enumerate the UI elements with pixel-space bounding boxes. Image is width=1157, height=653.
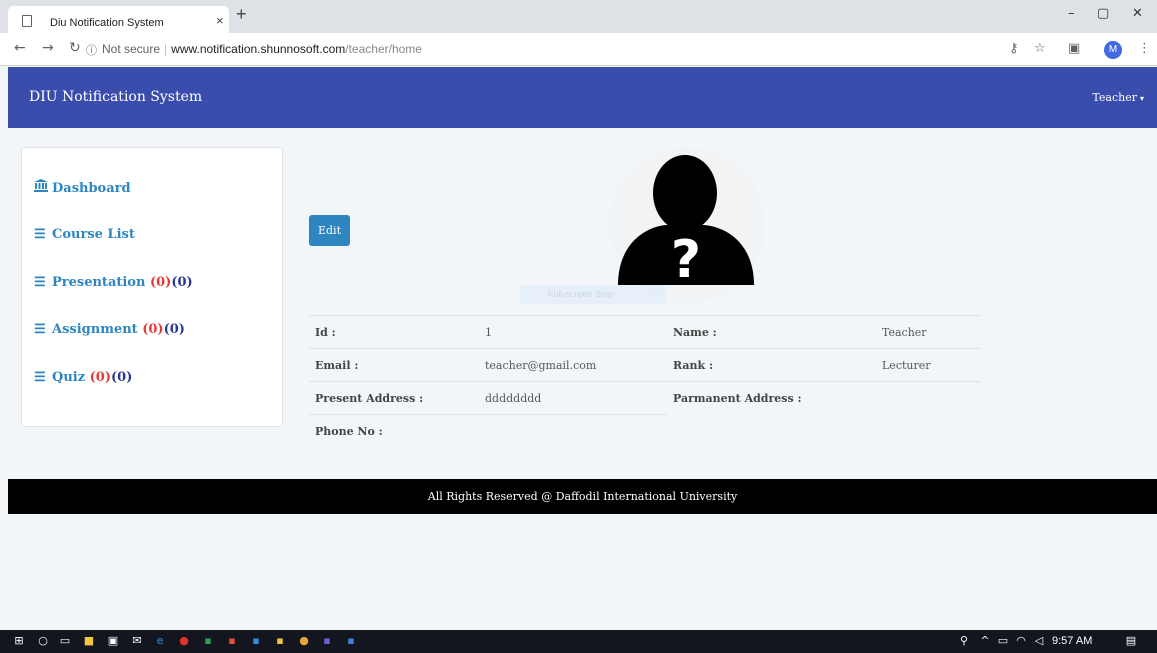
wifi-icon[interactable]: ◠ [1014, 634, 1028, 648]
field-value [479, 414, 667, 448]
sidebar-item-label: Assignment [52, 322, 138, 337]
restore-button[interactable]: ▢ [1097, 6, 1109, 21]
table-row: Present Address : dddddddd Parmanent Add… [309, 381, 980, 415]
minimize-button[interactable]: – [1068, 6, 1075, 21]
field-value [876, 415, 980, 448]
user-menu-dropdown[interactable]: Teacher ▾ [1092, 91, 1144, 104]
forward-arrow-icon[interactable]: → [42, 40, 54, 56]
list-icon: ☰ [34, 275, 46, 290]
field-label: Present Address : [309, 381, 479, 415]
field-value: 1 [479, 315, 667, 349]
tab-close-button[interactable]: × [216, 13, 224, 28]
sidebar-item-label: Dashboard [52, 181, 131, 196]
table-row: Phone No : [309, 414, 980, 448]
clock[interactable]: 9:57 AM [1052, 635, 1092, 647]
table-row: Email : teacher@gmail.com Rank : Lecture… [309, 348, 980, 382]
snip-overlay: Full-screen Snip [520, 285, 665, 304]
field-value: Lecturer [876, 348, 980, 382]
notification-icon[interactable]: ▤ [1124, 634, 1138, 648]
new-count-badge: (0) [149, 275, 172, 290]
menu-dots-icon[interactable]: ⋮ [1138, 41, 1151, 56]
close-window-button[interactable]: ✕ [1132, 6, 1143, 21]
edit-button[interactable]: Edit [309, 215, 350, 246]
store-icon[interactable]: ▣ [106, 634, 120, 648]
field-value: Teacher [876, 315, 980, 349]
windows-start-icon[interactable]: ⊞ [12, 634, 26, 648]
total-count-badge: (0) [163, 322, 185, 337]
visual-studio-icon[interactable]: ▪ [320, 634, 334, 648]
field-value: dddddddd [479, 381, 667, 415]
info-icon[interactable]: ⓘ [86, 42, 97, 58]
edge-icon[interactable]: e [153, 634, 167, 648]
mail-icon[interactable]: ✉ [130, 634, 144, 648]
back-arrow-icon[interactable]: ← [14, 40, 26, 56]
search-icon[interactable]: ○ [36, 634, 50, 648]
new-tab-button[interactable]: + [236, 4, 247, 25]
people-icon[interactable]: ⚲ [957, 634, 971, 648]
key-icon[interactable]: ⚷ [1009, 41, 1019, 56]
list-icon: ☰ [34, 370, 46, 385]
new-count-badge: (0) [142, 322, 164, 337]
reload-icon[interactable]: ↻ [69, 40, 81, 56]
tray-chevron-icon[interactable]: ^ [978, 634, 992, 648]
taskbar: ⊞ ○ ▭ ■ ▣ ✉ e ● ▪ ▪ ▪ ▪ ● ▪ ▪ ⚲ ^ ▭ ◠ ◁ … [0, 630, 1157, 653]
list-icon: ☰ [34, 227, 46, 242]
caret-down-icon: ▾ [1139, 94, 1144, 103]
profile-avatar[interactable]: M [1104, 41, 1122, 59]
sidebar-item-dashboard[interactable]: Dashboard [34, 179, 131, 196]
word-icon[interactable]: ▪ [344, 634, 358, 648]
field-label: Id : [309, 315, 479, 349]
sidebar-item-quiz[interactable]: ☰ Quiz (0)(0) [34, 370, 132, 385]
opera-icon[interactable]: ● [177, 634, 191, 648]
battery-icon[interactable]: ▭ [996, 634, 1010, 648]
sidebar-item-label: Quiz [52, 370, 86, 385]
sidebar-item-course-list[interactable]: ☰ Course List [34, 227, 135, 242]
field-label: Name : [667, 315, 876, 349]
total-count-badge: (0) [111, 370, 133, 385]
footer: All Rights Reserved @ Daffodil Internati… [8, 479, 1157, 514]
browser-tab-strip: Diu Notification System × + – ▢ ✕ [0, 0, 1157, 33]
field-label: Rank : [667, 348, 876, 382]
field-label: Phone No : [309, 414, 479, 448]
sidebar-item-presentation[interactable]: ☰ Presentation (0)(0) [34, 275, 193, 290]
svg-text:?: ? [671, 230, 701, 290]
tab-title: Diu Notification System [50, 17, 164, 29]
security-label: Not secure [102, 42, 161, 56]
user-menu-label: Teacher [1092, 91, 1137, 104]
sidebar-item-label: Course List [52, 227, 135, 242]
site-navbar: DIU Notification System Teacher ▾ [8, 67, 1157, 128]
app-icon[interactable]: ▪ [225, 634, 239, 648]
url-host: www.notification.shunnosoft.com [171, 42, 346, 56]
notepad-icon[interactable]: ▪ [273, 634, 287, 648]
address-bar: ← → ↻ ⓘ Not secure | www.notification.shun… [0, 33, 1157, 66]
total-count-badge: (0) [171, 275, 193, 290]
bank-icon [34, 179, 52, 196]
photoshop-icon[interactable]: ▪ [249, 634, 263, 648]
page-icon [22, 15, 32, 27]
table-row: Id : 1 Name : Teacher [309, 315, 980, 349]
field-value: teacher@gmail.com [479, 348, 667, 382]
field-value [876, 381, 980, 415]
new-count-badge: (0) [89, 370, 111, 385]
sidebar: Dashboard ☰ Course List ☰ Presentation (0)… [21, 147, 283, 427]
field-label: Email : [309, 348, 479, 382]
extension-icon[interactable]: ▣ [1068, 41, 1080, 56]
browser-tab[interactable]: Diu Notification System × [8, 6, 229, 33]
excel-icon[interactable]: ▪ [201, 634, 215, 648]
profile-info-table: Id : 1 Name : Teacher Email : teacher@gm… [309, 315, 980, 448]
field-label [667, 415, 876, 448]
task-view-icon[interactable]: ▭ [58, 634, 72, 648]
sidebar-item-assignment[interactable]: ☰ Assignment (0)(0) [34, 322, 185, 337]
chrome-icon[interactable]: ● [297, 634, 311, 648]
star-icon[interactable]: ☆ [1034, 41, 1046, 56]
url-path: /teacher/home [345, 42, 422, 56]
field-label: Parmanent Address : [667, 381, 876, 415]
file-explorer-icon[interactable]: ■ [82, 634, 96, 648]
volume-icon[interactable]: ◁ [1032, 634, 1046, 648]
sidebar-item-label: Presentation [52, 275, 146, 290]
list-icon: ☰ [34, 322, 46, 337]
url-field[interactable]: Not secure | www.notification.shunnosoft.c… [102, 42, 422, 56]
brand-title[interactable]: DIU Notification System [29, 89, 202, 105]
